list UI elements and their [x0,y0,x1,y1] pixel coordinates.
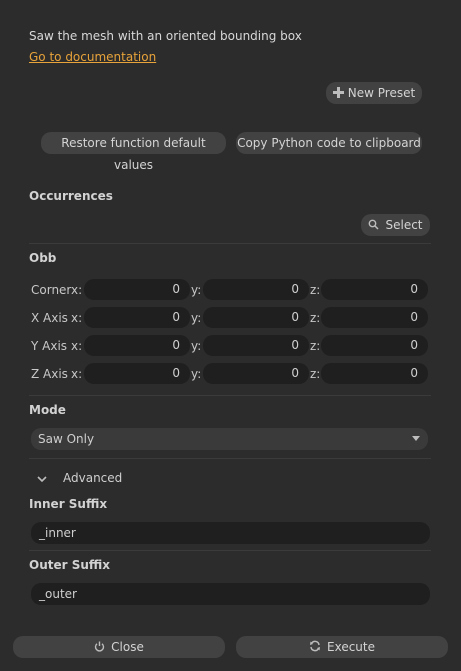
restore-defaults-button[interactable]: Restore function default values [41,132,226,172]
search-icon [368,215,380,237]
inner-suffix-title: Inner Suffix [29,497,108,511]
inner-suffix-input[interactable]: _inner [31,522,430,544]
select-label: Select [385,218,423,232]
y-axis-z-field[interactable]: 0 [321,335,428,356]
x-label: x: [71,311,83,325]
obb-title: Obb [29,251,57,265]
x-label: x: [71,339,83,353]
z-label: z: [310,367,321,381]
x-label: x: [71,367,83,381]
new-preset-label: New Preset [347,86,416,100]
obb-row-label: Z Axis [31,367,68,381]
execute-button[interactable]: Execute [236,636,448,658]
function-description: Saw the mesh with an oriented bounding b… [29,29,302,43]
divider [29,458,431,459]
new-preset-button[interactable]: New Preset [326,82,422,104]
obb-row-label: Y Axis [31,339,68,353]
advanced-toggle[interactable]: Advanced [36,471,156,487]
corner-x-field[interactable]: 0 [84,279,190,300]
y-label: y: [191,283,202,297]
obb-row-label: Corner [31,283,72,297]
y-label: y: [191,367,202,381]
divider [29,550,431,551]
x-axis-y-field[interactable]: 0 [203,307,309,328]
obb-row-label: X Axis [31,311,68,325]
y-label: y: [191,311,202,325]
chevron-down-icon [36,473,48,487]
z-label: z: [310,311,321,325]
occurrences-title: Occurrences [29,189,113,203]
mode-title: Mode [29,403,66,417]
execute-label: Execute [327,640,375,654]
close-button[interactable]: Close [13,636,225,658]
y-axis-y-field[interactable]: 0 [203,335,309,356]
chevron-down-icon [412,436,420,441]
z-label: z: [310,283,321,297]
mode-select[interactable]: Saw Only [31,428,428,450]
divider [29,395,431,396]
z-axis-z-field[interactable]: 0 [321,363,428,384]
corner-z-field[interactable]: 0 [321,279,428,300]
select-button[interactable]: Select [361,214,430,236]
mode-value: Saw Only [38,432,95,446]
x-label: x: [71,283,83,297]
x-axis-z-field[interactable]: 0 [321,307,428,328]
x-axis-x-field[interactable]: 0 [84,307,190,328]
copy-python-button[interactable]: Copy Python code to clipboard [236,132,422,154]
advanced-label: Advanced [63,471,123,485]
z-axis-x-field[interactable]: 0 [84,363,190,384]
outer-suffix-title: Outer Suffix [29,558,111,572]
y-label: y: [191,339,202,353]
y-axis-x-field[interactable]: 0 [84,335,190,356]
close-label: Close [111,640,144,654]
corner-y-field[interactable]: 0 [203,279,309,300]
z-axis-y-field[interactable]: 0 [203,363,309,384]
power-icon [94,637,105,659]
divider [29,243,431,244]
refresh-icon [309,637,321,659]
documentation-link[interactable]: Go to documentation [29,50,156,64]
outer-suffix-input[interactable]: _outer [31,583,430,605]
plus-icon [332,83,344,105]
z-label: z: [310,339,321,353]
